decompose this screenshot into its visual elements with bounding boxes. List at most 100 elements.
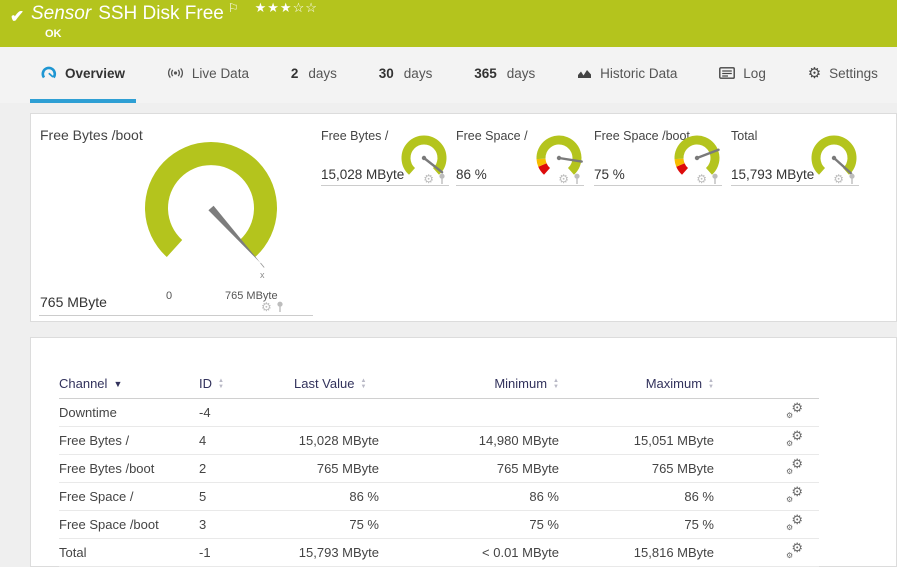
column-header-id[interactable]: ID ▲ ▼: [199, 368, 294, 399]
tab-overview-label: Overview: [65, 65, 126, 81]
column-header-minimum[interactable]: Minimum ▲ ▼: [379, 368, 559, 399]
sensor-status-badge: OK: [45, 28, 62, 40]
table-row: Free Space /boot 3 75 % 75 % 75 % ⚙ ⚙: [59, 510, 819, 539]
mini-gauge-free-space-root: Free Space / 86 % ⚙: [456, 129, 584, 211]
tab-2-days[interactable]: 2 days: [280, 47, 348, 103]
primary-gauge-title: Free Bytes /boot: [40, 127, 143, 143]
tab-365-days-unit: days: [506, 65, 536, 81]
channel-id: 2: [199, 454, 294, 483]
sort-icon: ▲ ▼: [553, 377, 559, 391]
tab-log[interactable]: Log: [708, 47, 777, 103]
status-ok-check-icon: ✔: [10, 7, 25, 26]
channel-maximum: 75 %: [559, 510, 714, 539]
primary-gauge-scale-min: 0: [166, 290, 173, 302]
pin-icon[interactable]: [573, 173, 581, 185]
tab-365-days[interactable]: 365 days: [463, 47, 546, 103]
channel-minimum: [379, 398, 559, 427]
mini-gauge-free-bytes-root: Free Bytes / 15,028 MByte ⚙: [321, 129, 449, 211]
table-row: Free Bytes /boot 2 765 MByte 765 MByte 7…: [59, 454, 819, 483]
channel-name: Free Bytes /boot: [59, 454, 199, 483]
gauge-icon: [41, 66, 57, 79]
sort-icon: ▲ ▼: [218, 377, 224, 391]
gauge-settings-gear-icon[interactable]: ⚙: [833, 173, 844, 185]
sensor-tab-bar: Overview Live Data 2 days 30 days 365 da…: [0, 47, 897, 103]
pin-icon[interactable]: [848, 173, 856, 185]
primary-gauge-divider: [39, 315, 313, 316]
channel-maximum: [559, 398, 714, 427]
channel-id: 4: [199, 426, 294, 455]
channel-maximum: 765 MByte: [559, 454, 714, 483]
table-row: Total -1 15,793 MByte < 0.01 MByte 15,81…: [59, 538, 819, 567]
channel-settings-gears-icon[interactable]: ⚙ ⚙: [786, 541, 803, 560]
tab-historic-data-label: Historic Data: [600, 65, 678, 81]
tab-log-label: Log: [743, 65, 766, 81]
table-row: Free Space / 5 86 % 86 % 86 % ⚙ ⚙: [59, 482, 819, 511]
channel-table: Channel ▼ ID ▲ ▼ Last Value ▲ ▼ Minimum ▲ ▼ Max…: [59, 368, 819, 567]
sort-desc-icon: ▼: [113, 379, 123, 390]
channel-maximum: 86 %: [559, 482, 714, 511]
gauge-settings-gear-icon[interactable]: ⚙: [261, 301, 272, 313]
gauge-settings-gear-icon[interactable]: ⚙: [423, 173, 434, 185]
log-list-icon: [719, 67, 736, 79]
tab-2-days-number: 2: [290, 65, 299, 81]
column-header-last-value[interactable]: Last Value ▲ ▼: [294, 368, 379, 399]
channel-last-value: 86 %: [294, 482, 379, 511]
table-row: Downtime -4 ⚙ ⚙: [59, 398, 819, 427]
column-header-channel[interactable]: Channel ▼: [59, 368, 199, 399]
column-header-maximum[interactable]: Maximum ▲ ▼: [559, 368, 714, 399]
sensor-name: SSH Disk Free: [98, 3, 224, 24]
gear-icon: ⚙: [807, 64, 822, 82]
table-header-row: Channel ▼ ID ▲ ▼ Last Value ▲ ▼ Minimum ▲ ▼ Max…: [59, 368, 819, 399]
channel-maximum: 15,051 MByte: [559, 426, 714, 455]
channel-minimum: 86 %: [379, 482, 559, 511]
mini-gauge-total-root: Total 15,793 MByte ⚙: [731, 129, 859, 211]
tab-30-days[interactable]: 30 days: [368, 47, 444, 103]
channel-maximum: 15,816 MByte: [559, 538, 714, 567]
mini-gauge-free-space-boot-root: Free Space /boot 75 % ⚙: [594, 129, 722, 211]
gauge-needle-marker: x: [260, 270, 265, 280]
tab-30-days-number: 30: [378, 65, 394, 81]
broadcast-icon: [167, 67, 183, 79]
channel-last-value: 765 MByte: [294, 454, 379, 483]
channel-minimum: 75 %: [379, 510, 559, 539]
tab-live-data[interactable]: Live Data: [156, 47, 260, 103]
pin-icon[interactable]: [438, 173, 446, 185]
primary-gauge: x: [145, 141, 277, 280]
prtg-sensor-page: { "header": { "kind_label": "Sensor", "t…: [0, 0, 897, 567]
channel-name: Free Bytes /: [59, 426, 199, 455]
sensor-title-line: Sensor SSH Disk Free ⚐ ★★★☆☆: [31, 0, 318, 25]
tab-historic-data[interactable]: Historic Data: [566, 47, 688, 103]
channel-settings-gears-icon[interactable]: ⚙ ⚙: [786, 513, 803, 532]
channel-settings-gears-icon[interactable]: ⚙ ⚙: [786, 401, 803, 420]
mini-gauge-value: 15,028 MByte: [321, 167, 405, 182]
gauge-settings-gear-icon[interactable]: ⚙: [558, 173, 569, 185]
channel-id: -4: [199, 398, 294, 427]
channel-name: Free Space /boot: [59, 510, 199, 539]
tab-overview[interactable]: Overview: [30, 47, 137, 103]
channel-name: Free Space /: [59, 482, 199, 511]
channel-minimum: 14,980 MByte: [379, 426, 559, 455]
tab-settings[interactable]: ⚙ Settings: [797, 47, 889, 103]
channel-minimum: 765 MByte: [379, 454, 559, 483]
channel-settings-gears-icon[interactable]: ⚙ ⚙: [786, 485, 803, 504]
tab-365-days-number: 365: [474, 65, 497, 81]
sort-icon: ▲ ▼: [360, 377, 367, 391]
gauge-settings-gear-icon[interactable]: ⚙: [696, 173, 707, 185]
tab-settings-label: Settings: [829, 65, 878, 81]
channel-last-value: 15,793 MByte: [294, 538, 379, 567]
channel-settings-gears-icon[interactable]: ⚙ ⚙: [786, 429, 803, 448]
mini-gauge-value: 86 %: [456, 167, 487, 182]
channel-settings-gears-icon[interactable]: ⚙ ⚙: [786, 457, 803, 476]
table-row: Free Bytes / 4 15,028 MByte 14,980 MByte…: [59, 426, 819, 455]
pin-icon[interactable]: [276, 301, 284, 313]
channel-name: Total: [59, 538, 199, 567]
primary-gauge-value: 765 MByte: [40, 294, 107, 310]
pin-icon[interactable]: [711, 173, 719, 185]
sensor-header: ✔ Sensor SSH Disk Free ⚐ ★★★☆☆ OK: [0, 0, 897, 47]
tab-live-data-label: Live Data: [191, 65, 249, 81]
flag-icon[interactable]: ⚐: [228, 1, 239, 15]
priority-stars[interactable]: ★★★☆☆: [255, 0, 318, 15]
sensor-kind-label: Sensor: [31, 3, 92, 24]
tab-30-days-unit: days: [403, 65, 433, 81]
channel-id: 3: [199, 510, 294, 539]
